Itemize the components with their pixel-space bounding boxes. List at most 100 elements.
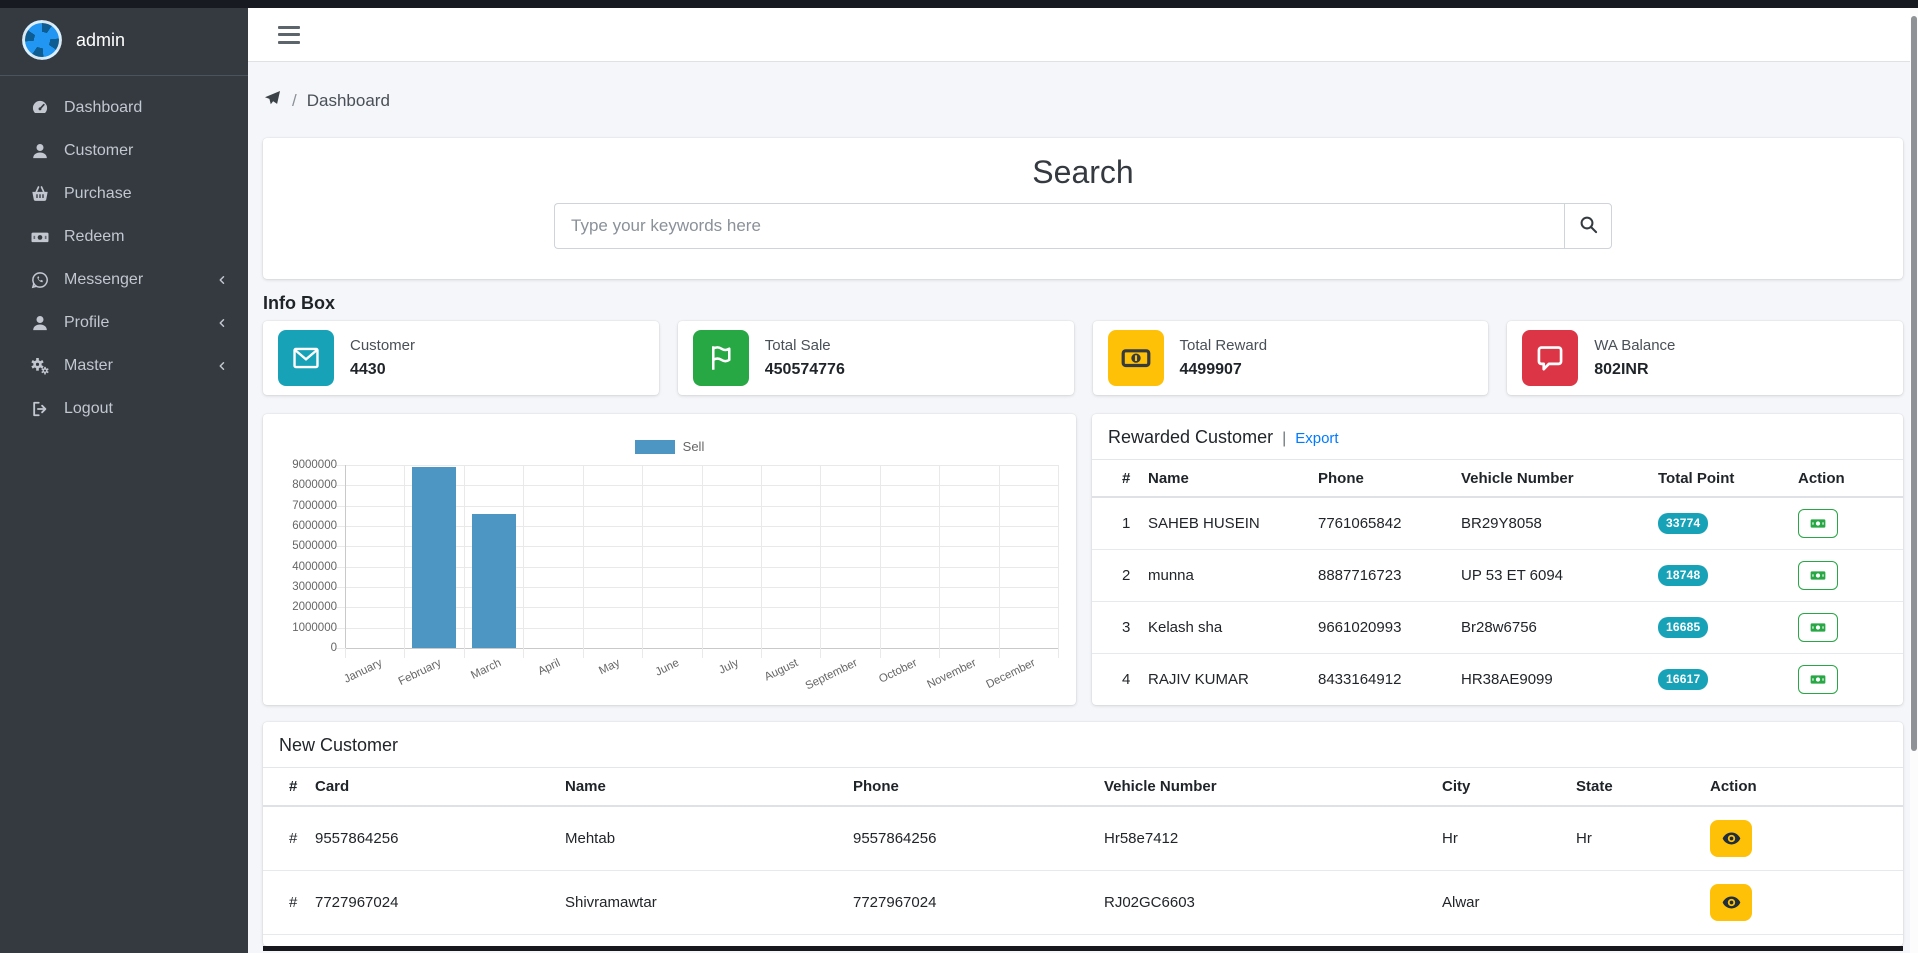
total-point-badge: 33774 [1658,513,1708,534]
user-icon [30,141,50,161]
hamburger-menu-icon[interactable] [278,26,300,44]
sidebar-item-master[interactable]: Master [0,344,248,387]
x-axis-tick [404,648,405,658]
view-customer-button[interactable] [1710,820,1752,857]
comment-icon [1522,330,1578,386]
view-customer-button[interactable] [1710,884,1752,921]
info-card-total-reward: Total Reward4499907 [1093,321,1489,395]
total-point-badge: 18748 [1658,565,1708,586]
chevron-left-icon [216,274,228,286]
new-customer-action-cell [1710,806,1903,871]
rewarded-table-row: 4RAJIV KUMAR8433164912HR38AE909916617 [1092,654,1903,706]
sidebar-item-redeem[interactable]: Redeem [0,215,248,258]
chart-gridline [464,465,465,648]
redeem-money-button[interactable] [1798,665,1838,694]
y-axis-label: 3000000 [263,581,337,593]
top-navbar [248,8,1918,62]
rewarded-action-cell [1798,654,1903,706]
scrollbar-track[interactable] [1910,8,1918,953]
title-divider: | [1282,430,1286,448]
rewarded-cell: 33774 [1658,497,1798,550]
sidebar-item-customer[interactable]: Customer [0,129,248,172]
legend-swatch [635,440,675,454]
new-customer-cell: Up13ct3585 [1104,935,1442,947]
bar-march [472,514,516,648]
info-card-customer: Customer4430 [263,321,659,395]
new-customer-cell: 9557864256 [315,806,565,871]
redeem-money-button[interactable] [1798,561,1838,590]
brand-name: admin [76,30,125,51]
new-customer-cell: 7727967024 [315,871,565,935]
x-axis-label: January [342,657,384,686]
new-customer-table-row: #9557864256Mehtab9557864256Hr58e7412HrHr [263,806,1903,871]
info-card-label: WA Balance [1594,337,1675,354]
rewarded-col-header: Total Point [1658,460,1798,497]
chevron-left-icon [216,360,228,372]
rewarded-table-header: #NamePhoneVehicle NumberTotal PointActio… [1092,460,1903,497]
x-axis-tick [702,648,703,658]
info-card-value: 802INR [1594,361,1675,379]
tachometer-icon [30,98,50,118]
sidebar-item-label: Purchase [64,185,132,203]
rewarded-cell: 3 [1092,602,1148,654]
x-axis-label: August [762,657,799,683]
chart-gridline [702,465,703,648]
new-customer-cell: 9759137781 [315,935,565,947]
search-button[interactable] [1564,203,1612,249]
sidebar-nav: DashboardCustomer Purchase Redeem Messenger… [0,76,248,430]
sell-chart-card: Sell 90000008000000700000060000005000000… [263,414,1076,705]
breadcrumb-page: Dashboard [307,91,390,111]
sidebar-item-label: Master [64,357,113,375]
user-icon [30,313,50,333]
rewarded-action-cell [1798,602,1903,654]
new-customer-cell: RJ02GC6603 [1104,871,1442,935]
new-customer-table: #CardNamePhoneVehicle NumberCityStateAct… [263,768,1903,946]
search-title: Search [1032,154,1133,191]
x-axis-label: April [536,657,562,678]
rewarded-cell: UP 53 ET 6094 [1461,550,1658,602]
rewarded-cell: 1 [1092,497,1148,550]
info-card-text: WA Balance 802INR [1594,337,1675,379]
new-customer-col-header: State [1576,768,1710,806]
scrollbar-thumb[interactable] [1911,16,1917,751]
sidebar-item-purchase[interactable]: Purchase [0,172,248,215]
redeem-money-button[interactable] [1798,509,1838,538]
x-axis-tick [523,648,524,658]
rewarded-cell: 4 [1092,654,1148,706]
x-axis-label: September [803,657,859,692]
sidebar-item-logout[interactable]: Logout [0,387,248,430]
sidebar-item-messenger[interactable]: Messenger [0,258,248,301]
sidebar-item-label: Redeem [64,228,124,246]
search-input[interactable] [554,203,1564,249]
rewarded-customer-card: Rewarded Customer | Export #NamePhoneVeh… [1092,414,1903,705]
x-axis-label: March [469,657,503,682]
y-axis-label: 6000000 [263,520,337,532]
rewarded-col-header: Phone [1318,460,1461,497]
new-customer-cell: Up [1442,935,1576,947]
flag-icon [693,330,749,386]
rewarded-cell: 18748 [1658,550,1798,602]
new-customer-cell: # [263,806,315,871]
breadcrumb-separator: / [292,91,297,111]
rewarded-cell: RAJIV KUMAR [1148,654,1318,706]
brand[interactable]: admin [0,0,248,76]
sidebar-item-dashboard[interactable]: Dashboard [0,86,248,129]
new-customer-card: New Customer #CardNamePhoneVehicle Numbe… [263,722,1903,946]
sidebar-item-label: Messenger [64,271,143,289]
y-axis-label: 1000000 [263,622,337,634]
new-customer-col-header: Name [565,768,853,806]
total-point-badge: 16617 [1658,669,1708,690]
redeem-money-button[interactable] [1798,613,1838,642]
new-customer-cell: Hr58e7412 [1104,806,1442,871]
x-axis-label: July [717,657,741,677]
rewarded-cell: 2 [1092,550,1148,602]
sidebar-item-profile[interactable]: Profile [0,301,248,344]
rewarded-cell: Br28w6756 [1461,602,1658,654]
new-customer-cell: Dinesh [565,935,853,947]
rewarded-cell: 8433164912 [1318,654,1461,706]
new-customer-cell: 9557864256 [853,806,1104,871]
new-customer-action-cell [1710,871,1903,935]
x-axis-tick [1058,648,1059,658]
export-link[interactable]: Export [1295,430,1338,447]
basket-icon [30,184,50,204]
